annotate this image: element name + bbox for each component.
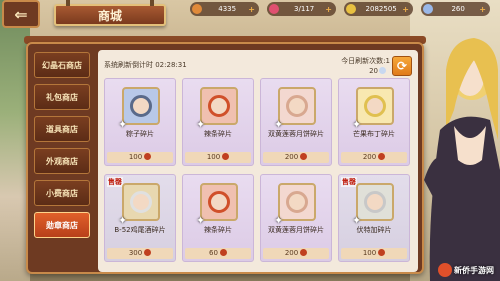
shopkeeper-character-art	[424, 38, 500, 281]
medal-icon	[144, 249, 152, 256]
currency-gold[interactable]: 4335 +	[190, 2, 259, 16]
sold-out-badge: 售罄	[107, 177, 123, 187]
item-price: 200	[263, 248, 329, 259]
page-title: 商城	[54, 0, 166, 26]
heart-icon	[269, 4, 279, 14]
medal-icon	[378, 249, 386, 256]
item-price-value: 200	[284, 153, 299, 161]
silver-coin-icon	[346, 4, 356, 14]
shop-item-card[interactable]: ✦ 辣条碎片 60	[182, 174, 254, 262]
item-name: 双黄莲蓉月饼碎片	[268, 130, 324, 138]
currency-stamina[interactable]: 3/117 +	[267, 2, 336, 16]
shop-item-card[interactable]: ✦ 双黄莲蓉月饼碎片 200	[260, 174, 332, 262]
gold-coin-icon	[192, 4, 202, 14]
item-name: 粽子碎片	[126, 130, 154, 138]
shop-item-card[interactable]: ✦ 芒果布丁碎片 200	[338, 78, 410, 166]
diamond-icon	[379, 67, 386, 74]
sidebar-item-item-shop[interactable]: 道具商店	[34, 116, 90, 142]
medal-icon	[378, 153, 386, 160]
item-price: 200	[263, 152, 329, 163]
currency-bar: 4335 + 3/117 + 2082505 + 260 +	[190, 2, 490, 16]
medal-icon	[219, 249, 227, 256]
portrait-face	[364, 95, 386, 117]
back-button[interactable]: ⇐	[2, 0, 40, 28]
portrait-face	[208, 95, 230, 117]
portrait-face	[364, 191, 386, 213]
watermark: 新侨手游网	[438, 263, 494, 277]
medal-icon	[144, 153, 152, 160]
diamond-icon	[423, 4, 433, 14]
sidebar-item-crystal-shop[interactable]: 幻晶石商店	[34, 52, 90, 78]
currency-value: 260	[451, 5, 465, 13]
watermark-logo-icon	[438, 263, 452, 277]
sidebar-item-tip-shop[interactable]: 小费商店	[34, 180, 90, 206]
item-price: 300	[107, 248, 173, 259]
item-price-value: 100	[128, 153, 143, 161]
item-price: 60	[185, 248, 251, 259]
item-name: 辣条碎片	[204, 226, 232, 234]
refresh-count: 今日刷新次数:1	[341, 57, 390, 65]
sold-out-badge: 售罄	[341, 177, 357, 187]
add-icon[interactable]: +	[248, 5, 255, 14]
sidebar-item-appearance-shop[interactable]: 外观商店	[34, 148, 90, 174]
item-price-value: 200	[362, 153, 377, 161]
add-icon[interactable]: +	[325, 5, 332, 14]
refresh-button[interactable]: ⟳	[392, 56, 412, 76]
shop-item-card[interactable]: ✦ 双黄莲蓉月饼碎片 200	[260, 78, 332, 166]
item-price-value: 300	[128, 249, 143, 257]
currency-value: 3/117	[294, 5, 315, 13]
medal-icon	[300, 249, 308, 256]
currency-diamond[interactable]: 260 +	[421, 2, 490, 16]
refresh-cost: 20	[369, 67, 386, 75]
shop-item-grid: ✦ 粽子碎片 100 ✦ 辣条碎片 100 ✦ 双黄莲蓉月饼碎片 200 ✦ 芒…	[104, 78, 414, 262]
item-price-value: 200	[284, 249, 299, 257]
currency-value: 2082505	[365, 5, 397, 13]
item-name: B-52鸡尾酒碎片	[114, 226, 166, 234]
item-price: 100	[185, 152, 251, 163]
item-name: 双黄莲蓉月饼碎片	[268, 226, 324, 234]
sidebar-item-gift-shop[interactable]: 礼包商店	[34, 84, 90, 110]
portrait-face	[208, 191, 230, 213]
item-price-value: 100	[206, 153, 221, 161]
item-price-value: 100	[362, 249, 377, 257]
refresh-cost-value: 20	[369, 67, 378, 75]
medal-icon	[300, 153, 308, 160]
shop-item-card[interactable]: ✦ 粽子碎片 100	[104, 78, 176, 166]
item-price-value: 60	[209, 249, 218, 257]
shop-item-card[interactable]: ✦ 辣条碎片 100	[182, 78, 254, 166]
portrait-face	[286, 95, 308, 117]
item-name: 伏特加碎片	[356, 226, 392, 234]
refresh-timer: 系统刷新倒计时 02:28:31	[104, 61, 187, 69]
item-price: 200	[341, 152, 407, 163]
currency-value: 4335	[218, 5, 237, 13]
medal-icon	[222, 153, 230, 160]
item-price: 100	[107, 152, 173, 163]
portrait-face	[286, 191, 308, 213]
shop-item-card[interactable]: 售罄 ✦ 伏特加碎片 100	[338, 174, 410, 262]
currency-coins[interactable]: 2082505 +	[344, 2, 413, 16]
item-name: 辣条碎片	[204, 130, 232, 138]
refresh-icon: ⟳	[396, 59, 408, 73]
portrait-face	[130, 95, 152, 117]
sidebar-item-medal-shop[interactable]: 勋章商店	[34, 212, 90, 238]
shop-content: 系统刷新倒计时 02:28:31 今日刷新次数:1 20 ⟳ ✦ 粽子碎片 10…	[98, 50, 418, 272]
watermark-text: 新侨手游网	[454, 265, 494, 275]
shop-sidebar: 幻晶石商店 礼包商店 道具商店 外观商店 小费商店 勋章商店	[34, 52, 92, 244]
item-price: 100	[341, 248, 407, 259]
add-icon[interactable]: +	[479, 5, 486, 14]
add-icon[interactable]: +	[402, 5, 409, 14]
item-name: 芒果布丁碎片	[353, 130, 395, 138]
shop-item-card[interactable]: 售罄 ✦ B-52鸡尾酒碎片 300	[104, 174, 176, 262]
portrait-face	[130, 191, 152, 213]
